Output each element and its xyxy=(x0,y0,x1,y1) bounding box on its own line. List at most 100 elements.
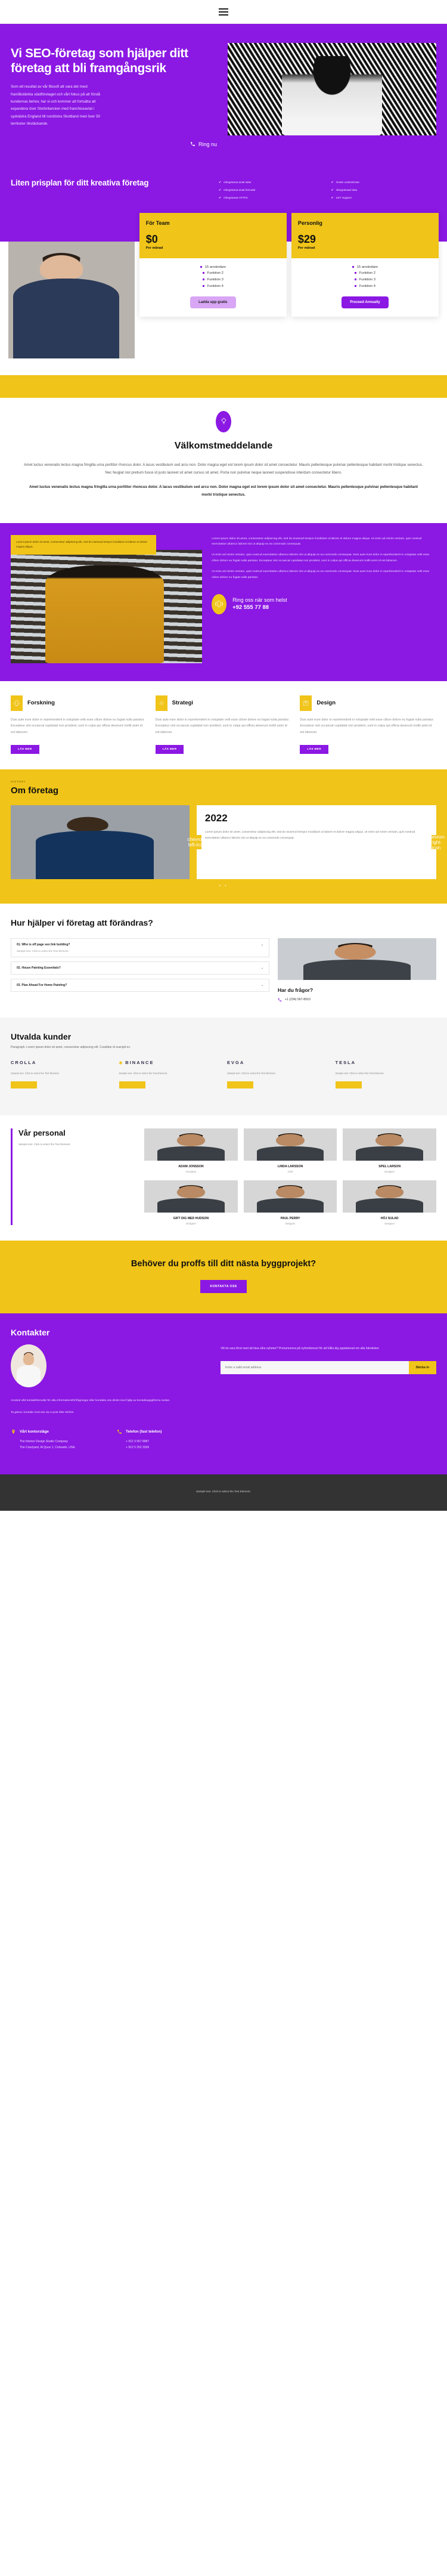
pricing-header: Liten prisplan för ditt kreativa företag… xyxy=(0,167,447,213)
pricing-plan-card[interactable]: För Team $0 Per månad 15 användare Funkt… xyxy=(139,212,287,317)
phone-icon xyxy=(117,1430,122,1434)
faq-question: 02. House Painting Essentials? xyxy=(17,966,61,970)
newsletter-email-input[interactable] xyxy=(221,1361,409,1375)
check-icon: ✔ xyxy=(331,196,334,200)
team-member: HÖJ SULAD Designer xyxy=(343,1180,436,1225)
carousel-dots[interactable]: • • xyxy=(11,885,436,888)
client-button[interactable] xyxy=(11,1081,37,1089)
team-member: SPEL LARSON Designer xyxy=(343,1128,436,1173)
chevron-down-icon[interactable]: ⌄ xyxy=(261,984,263,987)
team-member-role: Grundare xyxy=(185,1170,197,1174)
client-cell: ◈ BINANCE Sample text. Click to select th… xyxy=(119,1060,221,1092)
bullet-square-icon xyxy=(202,278,204,280)
contact-phone-title: Telefon (fast telefon) xyxy=(126,1430,162,1434)
contact-office-header: Vårt kontorsläge xyxy=(11,1428,104,1435)
service-readmore-button[interactable]: LÄS MER xyxy=(155,745,184,754)
about-image xyxy=(11,805,190,880)
client-button[interactable] xyxy=(227,1081,253,1089)
hero-call-label: Ring nu xyxy=(198,141,217,147)
cta-contact-button[interactable]: KONTAKTA OSS xyxy=(200,1280,247,1294)
pricing-plan-header: Personlig $29 Per månad xyxy=(291,212,439,258)
phone-icon xyxy=(278,998,282,1001)
mobile-ringing-icon xyxy=(11,695,23,711)
hero-text-column: Vi SEO-företag som hjälper ditt företag … xyxy=(11,43,219,147)
story-call-number[interactable]: +92 555 77 88 xyxy=(232,604,287,611)
contact-paragraph-2: Ta gärna i kontakt med oss via e-post el… xyxy=(11,1411,74,1414)
check-icon: ✔ xyxy=(331,180,334,184)
faq-phone-row[interactable]: +1 (234) 567-8910 xyxy=(278,998,436,1002)
team-member-name: ADAM JONSSON xyxy=(178,1165,204,1169)
check-icon: ✔ xyxy=(218,188,222,192)
faq-item[interactable]: 02. House Painting Essentials? ⌄ xyxy=(11,961,269,975)
feature-label: Funktion 2 xyxy=(207,271,224,276)
hero-section: Vi SEO-företag som hjälper ditt företag … xyxy=(0,24,447,168)
map-pin-icon xyxy=(300,695,312,711)
pricing-feature: ✔ Obegränsat antal sidor xyxy=(219,181,324,184)
hero-call-button[interactable]: Ring nu xyxy=(11,141,219,147)
lightbulb-icon xyxy=(216,410,231,432)
check-icon: ✔ xyxy=(218,180,222,184)
about-text: Lorem ipsum dolor sit amet, consectetur … xyxy=(204,831,415,840)
service-readmore-button[interactable]: LÄS MER xyxy=(11,745,39,754)
story-paragraph-3: Ut enim ad minim veniam, quis nostrud ex… xyxy=(212,570,430,579)
client-button[interactable] xyxy=(335,1081,362,1089)
chevron-down-icon[interactable]: ⌄ xyxy=(261,943,263,947)
service-card-header: Strategi xyxy=(155,695,292,711)
service-card: Forskning Duis aute irure dolor in repre… xyxy=(11,695,147,754)
pricing-plan-button[interactable]: Ladda upp gratis xyxy=(190,296,236,309)
pricing-plan-body: 15 användare Funktion 2 Funktion 3 Funkt… xyxy=(139,258,287,317)
client-logo: CROLLA xyxy=(11,1059,37,1065)
client-logo-label: BINANCE xyxy=(125,1059,154,1065)
faq-item[interactable]: 01. Who is off page seo link building? S… xyxy=(11,938,269,957)
about-heading: Om företag xyxy=(11,786,59,796)
chevron-right-icon[interactable]: chevron-right-icon xyxy=(427,834,445,851)
bullet-square-icon xyxy=(354,278,356,280)
pricing-plan-body: 15 användare Funktion 2 Funktion 3 Funkt… xyxy=(291,258,439,317)
client-button[interactable] xyxy=(119,1081,145,1089)
contact-phone-line-1[interactable]: + 912 3 567 8987 xyxy=(117,1439,210,1445)
contact-heading: Kontakter xyxy=(11,1328,50,1338)
team-member-name: GIFT DIG MED HUDSON xyxy=(173,1217,209,1221)
newsletter-column: Vill du vara först med att läsa våra nyh… xyxy=(221,1328,436,1451)
bullet-square-icon xyxy=(352,265,354,268)
feature-label: 15 användare xyxy=(204,265,226,269)
service-title: Forskning xyxy=(27,700,55,707)
cta-heading: Behöver du proffs till ditt nästa byggpr… xyxy=(131,1259,316,1269)
chevron-left-icon[interactable]: chevron-left-icon xyxy=(187,835,206,850)
service-card-header: Forskning xyxy=(11,695,147,711)
service-text: Duis aute irure dolor in reprehenderit i… xyxy=(155,718,290,734)
pricing-heading: Liten prisplan för ditt kreativa företag xyxy=(11,178,149,187)
faq-section: Hur hjälper vi företag att förändras? 01… xyxy=(0,904,447,1018)
hamburger-menu-icon[interactable] xyxy=(219,8,228,16)
service-text: Duis aute irure dolor in reprehenderit i… xyxy=(11,718,145,734)
faq-row: 01. Who is off page seo link building? S… xyxy=(11,938,436,1002)
service-readmore-button[interactable]: LÄS MER xyxy=(300,745,329,754)
contact-info-row: Vårt kontorsläge The Interior Design Stu… xyxy=(11,1428,210,1451)
pricing-feature: ✔ Obegränsat antal formulär xyxy=(219,188,324,192)
pricing-feature: ✔ 24/7 Support xyxy=(331,196,436,200)
mobile-ringing-icon xyxy=(212,593,227,614)
pricing-plan-feature: 15 användare xyxy=(297,264,433,271)
contact-phone-line-2[interactable]: + 912 5 252 3336 xyxy=(117,1445,210,1451)
pricing-feature-label: Gratis underdomän xyxy=(336,180,360,184)
contact-section: Kontakter Använd vårt kontaktformulär fö… xyxy=(0,1313,447,1474)
faq-side-column: Har du frågor? +1 (234) 567-8910 xyxy=(278,938,436,1002)
faq-item-body: 01. Who is off page seo link building? S… xyxy=(17,943,70,953)
faq-answer: Sample text. Click to select the Text El… xyxy=(17,949,69,953)
chevron-down-icon[interactable]: ⌄ xyxy=(261,966,263,970)
feature-label: Funktion 4 xyxy=(207,284,224,288)
diamond-icon: ◈ xyxy=(119,1059,124,1065)
about-section: HISTORY Om företag chevron-left-icon 202… xyxy=(0,769,447,904)
about-row: chevron-left-icon 2022 Lorem ipsum dolor… xyxy=(11,805,446,880)
story-call-block[interactable]: Ring oss när som helst +92 555 77 88 xyxy=(212,593,436,614)
newsletter-submit-button[interactable]: Skicka in xyxy=(408,1361,436,1375)
faq-item[interactable]: 03. Plan Ahead For Home Painting? ⌄ xyxy=(11,978,269,992)
team-member: ADAM JONSSON Grundare xyxy=(144,1128,238,1173)
pricing-plan-card[interactable]: Personlig $29 Per månad 15 användare Fun… xyxy=(291,212,439,317)
hero-image xyxy=(228,43,436,135)
contact-phone-block: Telefon (fast telefon) + 912 3 567 8987 … xyxy=(117,1428,210,1451)
pricing-plan-button[interactable]: Proceed Annually xyxy=(342,296,389,309)
service-text: Duis aute irure dolor in reprehenderit i… xyxy=(300,718,434,734)
about-card: chevron-left-icon 2022 Lorem ipsum dolor… xyxy=(187,805,446,880)
pricing-plan-period: Per månad xyxy=(297,246,315,250)
